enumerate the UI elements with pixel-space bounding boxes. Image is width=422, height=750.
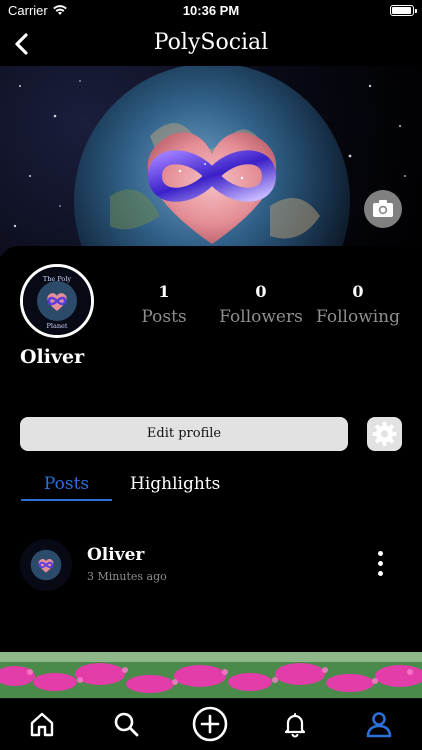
post-image[interactable] <box>0 652 422 698</box>
bell-icon[interactable] <box>280 709 310 739</box>
vertical-dots-icon <box>377 571 383 576</box>
cover-artwork <box>13 66 406 256</box>
change-cover-button[interactable] <box>364 190 402 228</box>
stat-posts-value: 1 <box>158 282 170 301</box>
home-icon[interactable] <box>27 709 57 739</box>
search-icon[interactable] <box>111 709 141 739</box>
stat-following-label: Following <box>315 307 401 327</box>
stat-following[interactable]: 0 Following <box>308 282 408 327</box>
stat-followers[interactable]: 0 Followers <box>211 282 311 327</box>
active-tab-indicator <box>21 499 112 501</box>
tab-highlights[interactable]: Highlights <box>130 474 220 494</box>
avatar-text-bottom: Planet <box>47 322 68 330</box>
stat-posts[interactable]: 1 Posts <box>114 282 214 327</box>
edit-profile-button[interactable]: Edit profile <box>20 417 348 451</box>
plus-circle-icon[interactable] <box>191 705 229 743</box>
post-header: Oliver 3 Minutes ago <box>0 535 422 597</box>
navigation-bar: PolySocial <box>0 22 422 66</box>
tab-posts[interactable]: Posts <box>21 474 112 494</box>
stat-following-value: 0 <box>352 282 364 301</box>
avatar-text-top: The Poly <box>43 275 72 283</box>
avatar-artwork: The Poly Planet <box>23 267 91 335</box>
post-author-avatar[interactable] <box>20 539 72 591</box>
post-timestamp: 3 Minutes ago <box>87 570 167 583</box>
bottom-tab-bar <box>0 698 422 750</box>
profile-name: Oliver <box>20 346 85 368</box>
stat-followers-value: 0 <box>255 282 267 301</box>
person-icon[interactable] <box>364 709 394 739</box>
flower-field-artwork <box>0 652 422 698</box>
clock: 10:36 PM <box>182 3 240 18</box>
page-title: PolySocial <box>153 30 269 55</box>
profile-avatar[interactable]: The Poly Planet <box>20 264 94 338</box>
gear-icon <box>372 422 397 446</box>
vertical-dots-icon <box>377 551 383 556</box>
stat-followers-label: Followers <box>219 307 303 327</box>
vertical-dots-icon <box>377 561 383 566</box>
status-bar: Carrier 10:36 PM <box>0 0 422 22</box>
camera-icon <box>373 200 393 217</box>
stat-posts-label: Posts <box>141 307 187 327</box>
post-more-button[interactable] <box>370 551 390 583</box>
battery-icon <box>390 5 417 16</box>
post-author-name[interactable]: Oliver <box>87 545 144 565</box>
cover-image <box>0 66 422 256</box>
post-avatar-artwork <box>20 539 72 591</box>
settings-button[interactable] <box>367 417 402 451</box>
